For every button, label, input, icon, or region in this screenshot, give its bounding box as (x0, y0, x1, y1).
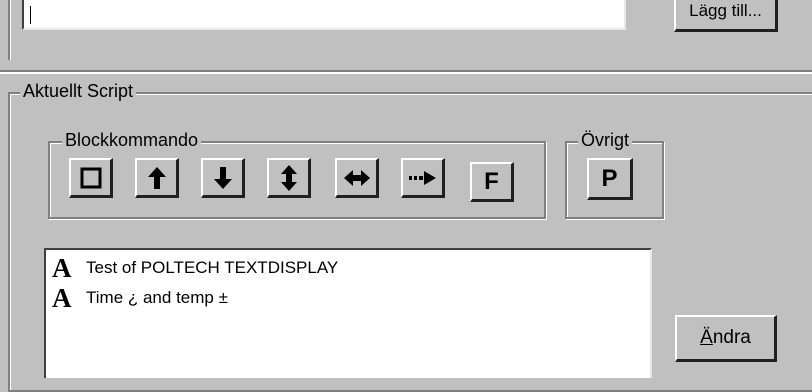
list-item[interactable]: A Time ¿ and temp ± (52, 284, 228, 312)
block-button-f[interactable]: F (470, 162, 514, 202)
ovrigt-button-p[interactable]: P (587, 158, 633, 200)
block-button-down[interactable] (201, 158, 245, 198)
block-button-up-down[interactable] (267, 158, 311, 198)
list-item-text: Time ¿ and temp ± (86, 288, 228, 307)
list-item[interactable]: A Test of POLTECH TEXTDISPLAY (52, 254, 338, 282)
andra-label: ndra (712, 327, 751, 348)
add-button[interactable]: Lägg till... (674, 0, 778, 32)
letter-p-icon: P (601, 164, 618, 192)
letter-f-icon: F (484, 167, 499, 195)
section-separator (0, 70, 812, 74)
square-icon (80, 167, 101, 188)
top-text-field[interactable] (22, 0, 626, 30)
block-button-left-right[interactable] (335, 158, 379, 198)
text-a-icon: A (52, 283, 72, 313)
top-panel-edge (8, 0, 11, 60)
block-button-up[interactable] (135, 158, 179, 198)
text-a-icon: A (52, 253, 72, 283)
arrow-left-right-icon (343, 169, 370, 186)
ovrigt-title: Övrigt (578, 130, 633, 150)
arrow-up-icon (147, 166, 166, 189)
arrow-down-icon (213, 166, 232, 189)
list-item-text: Test of POLTECH TEXTDISPLAY (86, 258, 339, 277)
aktuellt-script-title: Aktuellt Script (20, 81, 137, 101)
block-button-scroll-right[interactable] (401, 158, 445, 198)
arrow-up-down-icon (280, 164, 297, 191)
text-caret (30, 6, 31, 24)
dotted-arrow-right-icon (408, 170, 436, 185)
blockkommando-title: Blockkommando (62, 130, 202, 150)
andra-accelerator: Ä (700, 327, 713, 348)
andra-button[interactable]: Ändra (675, 315, 777, 362)
block-button-square[interactable] (69, 158, 113, 198)
